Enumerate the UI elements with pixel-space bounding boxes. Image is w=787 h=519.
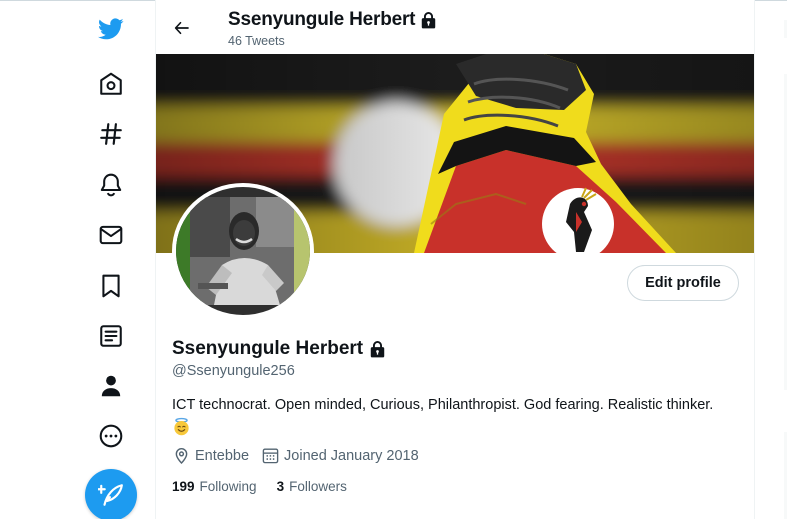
calendar-icon [262, 448, 279, 464]
follow-stats: 199 Following 3 Followers [172, 479, 347, 494]
profile-handle: @Ssenyungule256 [172, 363, 295, 379]
profile-meta: Entebbe Joined January 2018 [172, 446, 431, 465]
compose-tweet-icon [98, 484, 123, 506]
explore-hashtag-icon[interactable] [94, 117, 128, 151]
profile-column: Ssenyungule Herbert 46 Tweets Edit profi… [155, 0, 755, 519]
profile-display-name: Ssenyungule Herbert [172, 338, 387, 360]
profile-name-text: Ssenyungule Herbert [172, 338, 364, 359]
profile-header-bar: Ssenyungule Herbert 46 Tweets [156, 0, 754, 54]
followers-label: Followers [289, 479, 347, 494]
followers-link[interactable]: 3 Followers [277, 479, 347, 494]
header-title: Ssenyungule Herbert [228, 9, 438, 31]
twitter-logo-icon[interactable] [94, 12, 128, 46]
profile-bio: ICT technocrat. Open minded, Curious, Ph… [172, 395, 747, 438]
following-label: Following [199, 479, 257, 494]
followers-count: 3 [276, 479, 285, 494]
following-count: 199 [172, 479, 195, 494]
edit-profile-button[interactable]: Edit profile [627, 265, 739, 301]
more-icon[interactable] [94, 419, 128, 453]
sidebar-nav [0, 0, 156, 519]
header-name-text: Ssenyungule Herbert [228, 9, 416, 30]
bookmarks-icon[interactable] [94, 269, 128, 303]
messages-envelope-icon[interactable] [94, 218, 128, 252]
notifications-bell-icon[interactable] [94, 168, 128, 202]
tweet-count: 46 Tweets [228, 34, 285, 48]
protected-lock-icon [370, 340, 385, 357]
join-date-text: Joined January 2018 [284, 447, 419, 464]
home-icon[interactable] [94, 67, 128, 101]
compose-tweet-button[interactable] [85, 469, 137, 519]
following-link[interactable]: 199 Following [172, 479, 257, 494]
protected-lock-icon [422, 11, 436, 28]
back-arrow-icon[interactable] [170, 16, 194, 40]
location-text: Entebbe [195, 447, 250, 464]
location-pin-icon [175, 448, 188, 465]
profile-person-icon[interactable] [94, 369, 128, 403]
join-date: Joined January 2018 [261, 446, 419, 465]
angel-emoji-icon [172, 417, 191, 436]
lists-icon[interactable] [94, 319, 128, 353]
location: Entebbe [172, 446, 249, 465]
bio-text: ICT technocrat. Open minded, Curious, Ph… [172, 397, 714, 413]
profile-avatar[interactable] [172, 183, 314, 319]
